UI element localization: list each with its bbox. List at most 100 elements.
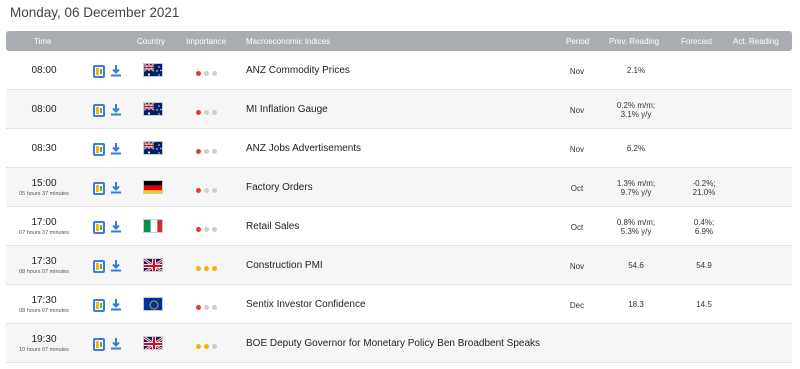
download-icon[interactable] [110,181,122,194]
download-icon[interactable] [110,142,122,155]
importance-dot [212,227,217,232]
event-period: Oct [570,184,584,193]
importance-dot [204,188,209,193]
importance-dot [204,266,209,271]
event-period: Oct [570,223,584,232]
importance-indicator [196,263,220,274]
importance-dot [196,188,201,193]
prev-reading: 54.6 [628,261,644,270]
calendar-add-icon[interactable] [93,221,105,234]
download-icon[interactable] [110,64,122,77]
indicator-name[interactable]: ANZ Commodity Prices [246,65,350,76]
time-remaining: 08 hours 07 minutes [19,269,69,275]
importance-indicator [196,341,220,352]
event-period: Nov [569,67,585,76]
table-row[interactable]: 17:30 08 hours 07 minutes Sentix Investo… [6,285,792,324]
importance-dot [204,344,209,349]
indicator-name[interactable]: Sentix Investor Confidence [246,299,366,310]
germany-flag-icon [143,180,163,194]
table-row[interactable]: 08:00 ANZ Commodity Prices Nov 2.1% [6,51,792,90]
prev-reading: 2.1% [626,66,646,75]
event-time: 17:30 [31,256,57,267]
table-row[interactable]: 17:30 08 hours 07 minutes Construction P… [6,246,792,285]
download-icon[interactable] [110,259,122,272]
indicator-name[interactable]: Retail Sales [246,221,299,232]
header-time: Time [34,37,52,46]
event-period: Dec [569,301,585,310]
header-indices: Macroeconomic Indices [246,37,331,46]
importance-indicator [196,302,220,313]
prev-reading: 0.8% m/m; 5.3% y/y [616,218,656,236]
indicator-name[interactable]: ANZ Jobs Advertisements [246,143,361,154]
table-row[interactable]: 15:00 05 hours 37 minutes Factory Orders… [6,168,792,207]
download-icon[interactable] [110,220,122,233]
importance-dot [204,305,209,310]
forecast-value: -0.2%; 21.0% [692,179,716,197]
importance-dot [196,110,201,115]
event-time: 08:00 [31,65,57,76]
header-forecast: Forecast [681,37,713,46]
table-row[interactable]: 08:00 MI Inflation Gauge Nov 0.2% m/m; 3… [6,90,792,129]
time-remaining: 08 hours 07 minutes [19,308,69,314]
table-row[interactable]: 17:00 07 hours 37 minutes Retail Sales O… [6,207,792,246]
event-time: 19:30 [31,334,57,345]
forecast-value: 0.4%; 6.9% [693,218,715,236]
time-remaining: 07 hours 37 minutes [19,230,69,236]
header-actual: Act. Reading [733,37,779,46]
prev-reading: 1.3% m/m; 9.7% y/y [616,179,656,197]
importance-indicator [196,224,220,235]
importance-dot [212,149,217,154]
event-period: Nov [569,145,585,154]
download-icon[interactable] [110,103,122,116]
australia-flag-icon [143,141,163,155]
calendar-add-icon[interactable] [93,104,105,117]
importance-dot [204,227,209,232]
calendar-add-icon[interactable] [93,260,105,273]
forecast-value: 54.9 [696,261,712,270]
importance-dot [196,227,201,232]
time-remaining: 10 hours 07 minutes [19,347,69,353]
forecast-value: 14.5 [696,300,712,309]
event-time: 08:30 [31,143,57,154]
header-period: Period [566,37,590,46]
event-time: 17:00 [31,217,57,228]
economic-calendar-table: Time Country Importance Macroeconomic In… [6,31,792,363]
calendar-add-icon[interactable] [93,338,105,351]
importance-dot [212,305,217,310]
table-row[interactable]: 08:30 ANZ Jobs Advertisements Nov 6.2% [6,129,792,168]
header-importance: Importance [186,37,227,46]
prev-reading: 0.2% m/m; 3.1% y/y [616,101,656,119]
importance-dot [196,149,201,154]
australia-flag-icon [143,63,163,77]
time-remaining: 05 hours 37 minutes [19,191,69,197]
prev-reading: 6.2% [626,144,646,153]
calendar-add-icon[interactable] [93,65,105,78]
importance-dot [212,71,217,76]
importance-dot [204,110,209,115]
australia-flag-icon [143,102,163,116]
prev-reading: 18.3 [628,300,644,309]
calendar-add-icon[interactable] [93,299,105,312]
event-period: Nov [569,106,585,115]
calendar-add-icon[interactable] [93,182,105,195]
importance-dot [196,266,201,271]
download-icon[interactable] [110,298,122,311]
event-time: 08:00 [31,104,57,115]
indicator-name[interactable]: Construction PMI [246,260,323,271]
uk-flag-icon [143,336,163,350]
eu-flag-icon [143,297,163,311]
importance-dot [212,110,217,115]
calendar-add-icon[interactable] [93,143,105,156]
indicator-name[interactable]: MI Inflation Gauge [246,104,328,115]
italy-flag-icon [143,219,163,233]
table-body: 08:00 ANZ Commodity Prices Nov 2.1% 08:0… [6,51,792,363]
download-icon[interactable] [110,337,122,350]
table-row[interactable]: 19:30 10 hours 07 minutes BOE Deputy Gov… [6,324,792,363]
indicator-name[interactable]: BOE Deputy Governor for Monetary Policy … [246,338,540,349]
importance-dot [204,149,209,154]
importance-dot [204,71,209,76]
indicator-name[interactable]: Factory Orders [246,182,313,193]
importance-dot [212,188,217,193]
importance-indicator [196,146,220,157]
importance-dot [196,344,201,349]
